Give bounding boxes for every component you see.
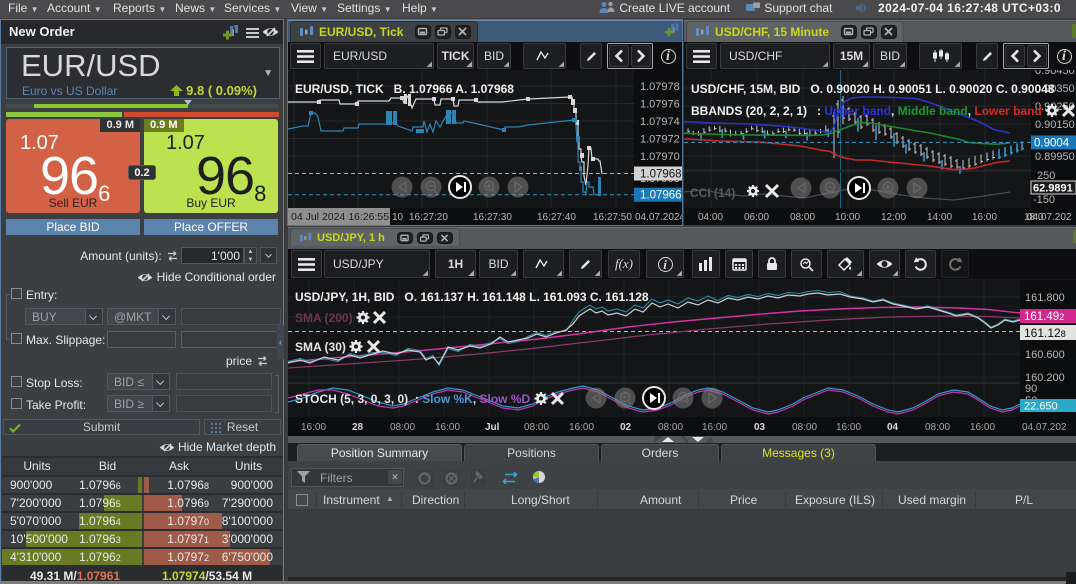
svg-text:-150: -150	[1033, 194, 1055, 206]
svg-text:04 Jul 2024 16:26:55: 04 Jul 2024 16:26:55	[291, 211, 389, 223]
svg-text:160.600: 160.600	[1025, 349, 1065, 361]
svg-text:16:00: 16:00	[972, 212, 997, 223]
svg-text:62.9891: 62.9891	[1033, 183, 1073, 195]
svg-text:16:00: 16:00	[702, 422, 727, 433]
svg-text:08:00: 08:00	[524, 422, 549, 433]
svg-text:16:27:30: 16:27:30	[473, 212, 512, 223]
svg-text:12:00: 12:00	[881, 212, 906, 223]
svg-text:02: 02	[620, 422, 632, 433]
svg-text:0.90450: 0.90450	[1035, 70, 1075, 77]
svg-text:06:00: 06:00	[744, 212, 769, 223]
svg-text:16:00: 16:00	[435, 422, 460, 433]
svg-text:1.07970: 1.07970	[640, 151, 680, 163]
svg-text:16:27:40: 16:27:40	[537, 212, 576, 223]
svg-text:1.07968: 1.07968	[640, 169, 682, 181]
svg-text:04: 04	[887, 422, 899, 433]
svg-text:0.9004: 0.9004	[1034, 137, 1070, 149]
svg-text:CCI (14): CCI (14)	[690, 186, 735, 200]
svg-text:161.800: 161.800	[1025, 292, 1065, 304]
svg-text:04.07.202: 04.07.202	[1022, 422, 1067, 433]
svg-text:1.07976: 1.07976	[640, 99, 680, 111]
svg-text:16:00: 16:00	[569, 422, 594, 433]
svg-text:1.07978: 1.07978	[640, 81, 680, 93]
svg-text:04.07.2024: 04.07.2024	[635, 212, 682, 223]
svg-text:08:00: 08:00	[792, 422, 817, 433]
svg-text:10: 10	[392, 212, 404, 223]
svg-text:14:00: 14:00	[927, 212, 952, 223]
svg-text:Jul: Jul	[485, 422, 500, 433]
svg-text:16:27:50: 16:27:50	[593, 212, 632, 223]
svg-text:16:27:20: 16:27:20	[409, 212, 448, 223]
svg-text:0.89950: 0.89950	[1035, 151, 1075, 163]
svg-text:250: 250	[1037, 170, 1055, 182]
svg-text:161.492: 161.492	[1024, 311, 1064, 323]
svg-text:16:00: 16:00	[301, 422, 326, 433]
svg-text:08:00: 08:00	[390, 422, 415, 433]
svg-text:90: 90	[1025, 383, 1037, 395]
svg-text:1.07966: 1.07966	[640, 190, 682, 202]
svg-text:0.90150: 0.90150	[1035, 119, 1075, 131]
svg-text:03: 03	[754, 422, 766, 433]
svg-text:08:00: 08:00	[658, 422, 683, 433]
svg-text:1.07972: 1.07972	[640, 134, 680, 146]
svg-text:161.128: 161.128	[1024, 326, 1066, 340]
svg-text:08:00: 08:00	[925, 422, 950, 433]
svg-text:04:00: 04:00	[698, 212, 723, 223]
svg-text:28: 28	[352, 422, 364, 433]
svg-text:10:00: 10:00	[835, 212, 860, 223]
svg-text:04.07.202: 04.07.202	[1027, 212, 1072, 223]
svg-text:1.07974: 1.07974	[640, 116, 680, 128]
svg-text:22.650: 22.650	[1024, 401, 1058, 413]
svg-text:16:00: 16:00	[970, 422, 995, 433]
svg-text:08:00: 08:00	[790, 212, 815, 223]
svg-text:16:00: 16:00	[836, 422, 861, 433]
